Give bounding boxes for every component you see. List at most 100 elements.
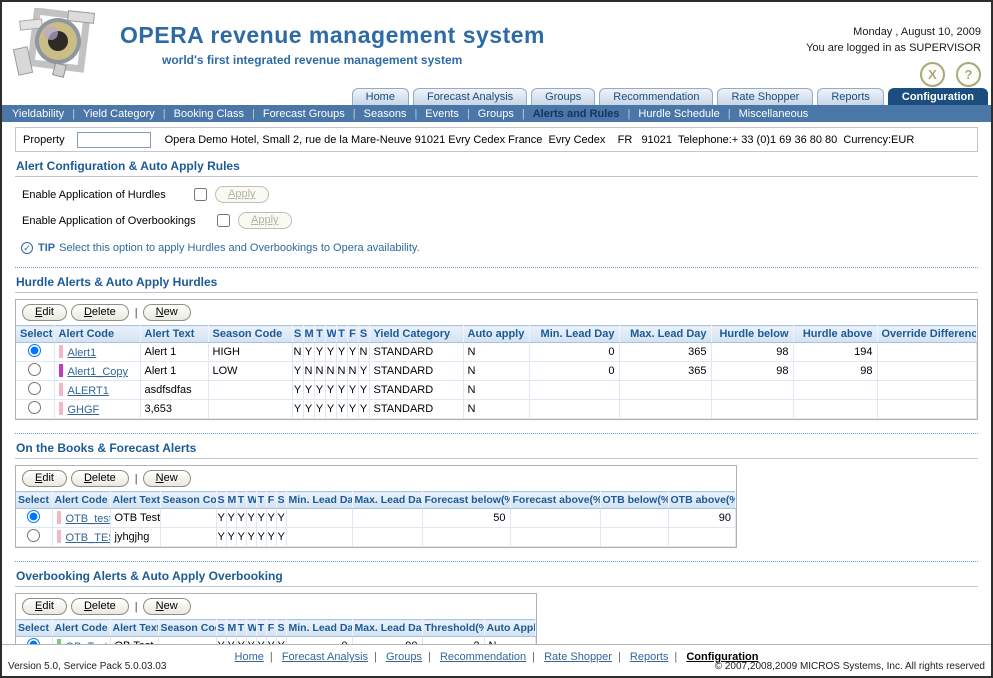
footer-link-recommendation[interactable]: Recommendation [440, 651, 526, 663]
table-row: OTB_TEST jyhgjhg Y Y Y Y Y Y Y [16, 528, 736, 547]
col-max-lead-day: Max. Lead Day [619, 326, 711, 343]
alert-code-link[interactable]: OTB_TEST [66, 532, 111, 544]
col-otb-above: OTB above(%) [668, 492, 736, 509]
footer-separator: | [270, 651, 273, 663]
col-max-lead-day: Max. Lead Day [352, 492, 422, 509]
enable-hurdles-checkbox[interactable] [194, 188, 207, 201]
col-day-sun: S [216, 620, 226, 637]
col-select: Select [16, 326, 54, 343]
subnav-miscellaneous[interactable]: Miscellaneous [739, 108, 809, 120]
tip-row: ✓ TIP Select this option to apply Hurdle… [21, 242, 978, 254]
alert-code-link[interactable]: OTB_test [66, 513, 111, 525]
footer-link-groups[interactable]: Groups [386, 651, 422, 663]
alert-code-link[interactable]: Alert1 [68, 347, 97, 359]
tab-reports[interactable]: Reports [817, 88, 884, 105]
new-button[interactable]: New [143, 598, 191, 615]
alert-code-link[interactable]: ALERT1 [68, 385, 109, 397]
otb-toolbar: Edit Delete | New [16, 466, 736, 491]
property-label: Property [23, 134, 65, 146]
edit-button[interactable]: Edit [22, 598, 67, 615]
subnav-events[interactable]: Events [425, 108, 459, 120]
help-icon[interactable]: ? [956, 62, 981, 87]
row-select-radio[interactable] [28, 382, 41, 395]
row-select-radio[interactable] [27, 510, 40, 523]
tab-recommendation[interactable]: Recommendation [599, 88, 713, 105]
col-season-code: Season Code [158, 620, 216, 637]
footer-link-reports[interactable]: Reports [630, 651, 669, 663]
hurdle-alerts-heading: Hurdle Alerts & Auto Apply Hurdles [15, 268, 978, 293]
alert-color-bar [59, 402, 63, 415]
subnav-seasons[interactable]: Seasons [364, 108, 407, 120]
new-button[interactable]: New [143, 470, 191, 487]
tab-configuration[interactable]: Configuration [888, 88, 988, 105]
col-day-sat: S [276, 620, 286, 637]
col-day-thu: T [256, 492, 266, 509]
row-select-radio[interactable] [28, 363, 41, 376]
subnav-separator: | [163, 108, 166, 120]
footer-link-forecast-analysis[interactable]: Forecast Analysis [282, 651, 368, 663]
footer-separator: | [428, 651, 431, 663]
tab-home[interactable]: Home [352, 88, 409, 105]
subnav-alerts-and-rules[interactable]: Alerts and Rules [533, 108, 620, 120]
subnav-yieldability[interactable]: Yieldability [12, 108, 64, 120]
edit-button[interactable]: Edit [22, 470, 67, 487]
alert-color-bar [59, 383, 63, 396]
tab-groups[interactable]: Groups [531, 88, 595, 105]
hurdle-alerts-table: Select Alert Code Alert Text Season Code… [16, 325, 977, 419]
header: OPERA revenue management system world's … [2, 2, 991, 86]
subnav: Yieldability | Yield Category | Booking … [2, 105, 991, 122]
subnav-hurdle-schedule[interactable]: Hurdle Schedule [638, 108, 719, 120]
current-date: Monday , August 10, 2009 [806, 24, 981, 40]
new-button[interactable]: New [143, 304, 191, 321]
subnav-yield-category[interactable]: Yield Category [83, 108, 155, 120]
alert-code-link[interactable]: Alert1_Copy [68, 366, 129, 378]
col-day-tue: T [314, 326, 325, 343]
app-title: OPERA revenue management system [120, 22, 545, 49]
col-day-sat: S [276, 492, 286, 509]
footer-link-home[interactable]: Home [235, 651, 264, 663]
property-input[interactable] [77, 132, 151, 148]
row-select-radio[interactable] [27, 529, 40, 542]
col-select: Select [16, 492, 52, 509]
col-day-tue: T [236, 492, 246, 509]
subnav-separator: | [628, 108, 631, 120]
close-icon[interactable]: X [920, 62, 945, 87]
col-min-lead-day: Min. Lead Day [529, 326, 619, 343]
row-select-radio[interactable] [28, 401, 41, 414]
subnav-forecast-groups[interactable]: Forecast Groups [263, 108, 345, 120]
otb-header-row: Select Alert Code Alert Text Season Code… [16, 492, 736, 509]
edit-button[interactable]: Edit [22, 304, 67, 321]
toolbar-separator: | [135, 601, 138, 613]
apply-overbookings-button[interactable]: Apply [238, 212, 292, 229]
alert-config-heading: Alert Configuration & Auto Apply Rules [15, 152, 978, 177]
col-season-code: Season Code [160, 492, 216, 509]
col-forecast-below: Forecast below(%) [422, 492, 510, 509]
tab-forecast-analysis[interactable]: Forecast Analysis [413, 88, 527, 105]
col-day-mon: M [226, 620, 236, 637]
alert-code-link[interactable]: GHGF [68, 404, 100, 416]
main-tabbar: Home Forecast Analysis Groups Recommenda… [2, 86, 991, 105]
delete-button[interactable]: Delete [71, 470, 129, 487]
col-day-thu: T [336, 326, 347, 343]
enable-hurdles-row: Enable Application of Hurdles Apply [22, 186, 978, 203]
tab-rate-shopper[interactable]: Rate Shopper [717, 88, 813, 105]
delete-button[interactable]: Delete [71, 304, 129, 321]
delete-button[interactable]: Delete [71, 598, 129, 615]
apply-hurdles-button[interactable]: Apply [215, 186, 269, 203]
col-max-lead-day: Max. Lead Day [352, 620, 422, 637]
enable-overbookings-checkbox[interactable] [217, 214, 230, 227]
footer-link-rate-shopper[interactable]: Rate Shopper [544, 651, 612, 663]
subnav-separator: | [414, 108, 417, 120]
opera-window: OPERA revenue management system world's … [0, 0, 993, 678]
footer-separator: | [674, 651, 677, 663]
overbooking-header-row: Select Alert Code Alert Text Season Code… [16, 620, 536, 637]
toolbar-separator: | [135, 473, 138, 485]
app-title-block: OPERA revenue management system world's … [120, 8, 545, 86]
row-select-radio[interactable] [28, 344, 41, 357]
hurdle-toolbar: Edit Delete | New [16, 300, 977, 325]
col-override-difference: Override Difference [877, 326, 977, 343]
copyright-text: © 2007,2008,2009 MICROS Systems, Inc. Al… [715, 661, 985, 672]
col-day-sun: S [216, 492, 226, 509]
subnav-booking-class[interactable]: Booking Class [174, 108, 244, 120]
subnav-groups[interactable]: Groups [478, 108, 514, 120]
